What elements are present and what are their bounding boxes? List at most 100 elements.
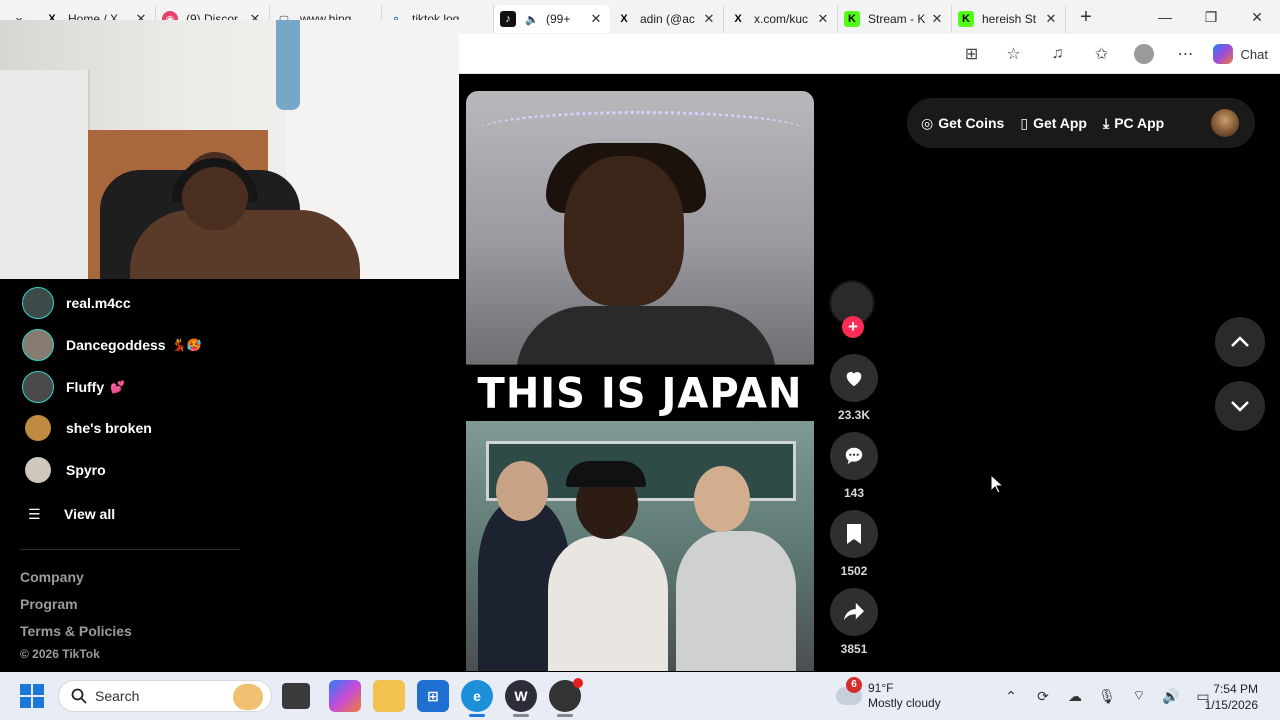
system-tray: ⌃ ⟳ ☁ 🎙 ⌔ 🔊 ▭ (995, 684, 1219, 708)
clock-time: 7:54 PM (1213, 682, 1258, 696)
video-caption: THIS IS JAPAN (466, 364, 814, 423)
file-explorer-icon[interactable] (373, 680, 405, 712)
favorite-star-icon[interactable]: ☆ (993, 34, 1035, 74)
following-sidebar: real.m4cc Dancegoddess 💃🥵 Fluffy 💕 she's… (0, 279, 459, 671)
chevron-up-icon[interactable]: ⌃ (995, 688, 1027, 705)
footer-link-program[interactable]: Program (20, 596, 78, 612)
following-account[interactable]: she's broken (22, 412, 152, 444)
heart-icon (846, 372, 862, 387)
copilot-app-icon[interactable] (329, 680, 361, 712)
profile-icon[interactable] (1123, 34, 1165, 74)
app-indicator (513, 714, 529, 717)
close-tab-icon[interactable]: ✕ (929, 11, 945, 27)
weather-widget[interactable]: 6 91°F Mostly cloudy (836, 677, 941, 712)
divider (20, 549, 240, 550)
view-all-button[interactable]: ☰ View all (28, 504, 115, 524)
close-tab-icon[interactable]: ✕ (588, 11, 604, 27)
task-view-icon[interactable] (282, 683, 310, 709)
webcam-cabinet (0, 70, 90, 279)
following-account[interactable]: real.m4cc (22, 287, 131, 319)
tiktok-logo-icon: ♪ (500, 11, 516, 27)
avatar (22, 287, 54, 319)
windows-taskbar: Search ⊞ e W 6 91°F Mostly cloudy ⌃ ⟳ ☁ … (0, 672, 1280, 720)
kick-logo-icon: K (844, 11, 860, 27)
app-notification-icon[interactable] (549, 678, 583, 712)
tiktok-top-actions: ◎ Get Coins ▯ Get App ⤓ PC App (907, 98, 1255, 148)
video-player[interactable]: THIS IS JAPAN (466, 91, 814, 671)
save-button[interactable] (830, 510, 878, 558)
window-controls: — ❐ ✕ (1142, 0, 1280, 34)
phone-icon: ▯ (1020, 114, 1029, 131)
avatar (22, 329, 54, 361)
pc-app-button[interactable]: ⤓ PC App (1103, 115, 1164, 132)
person-center (548, 536, 668, 671)
weather-badge: 6 (846, 677, 862, 693)
restore-icon[interactable]: ❐ (1188, 0, 1234, 34)
weather-condition: Mostly cloudy (868, 696, 941, 710)
tab-x-profile[interactable]: X adin (@ac ✕ (610, 5, 724, 33)
tab-kick-hereish[interactable]: K hereish St ✕ (952, 5, 1066, 33)
like-button[interactable] (830, 354, 878, 402)
media-control-icon[interactable]: ♫ (1035, 34, 1081, 74)
wifi-icon[interactable]: ⌔ (1123, 687, 1155, 705)
microphone-icon[interactable]: 🎙 (1091, 688, 1123, 705)
microsoft-store-icon[interactable]: ⊞ (417, 680, 449, 712)
tab-title: x.com/kuc (754, 12, 809, 26)
tab-title: adin (@ac (640, 12, 695, 26)
video-actions: + 23.3K 143 1502 3851 (829, 280, 879, 672)
tab-x-url[interactable]: X x.com/kuc ✕ (724, 5, 838, 33)
coin-icon: ◎ (921, 114, 934, 131)
app-available-icon[interactable]: ⊞ (951, 34, 993, 74)
following-account[interactable]: Spyro (22, 454, 106, 486)
account-emoji: 💕 (110, 380, 126, 394)
person-left-head (496, 461, 548, 521)
taskbar-search[interactable]: Search (58, 680, 272, 712)
close-tab-icon[interactable]: ✕ (1043, 11, 1059, 27)
following-account[interactable]: Fluffy 💕 (22, 371, 125, 403)
user-avatar[interactable] (1211, 109, 1239, 137)
volume-icon[interactable]: 🔊 (1155, 688, 1187, 705)
account-name: she's broken (66, 420, 152, 436)
kick-logo-icon: K (958, 11, 974, 27)
edge-browser-icon[interactable]: e (461, 680, 493, 712)
speaker-icon[interactable]: 🔈 (524, 11, 540, 27)
tab-kick-stream[interactable]: K Stream - K ✕ (838, 5, 952, 33)
following-account[interactable]: Dancegoddess 💃🥵 (22, 329, 201, 361)
minimize-icon[interactable]: — (1142, 0, 1188, 34)
comment-button[interactable] (830, 432, 878, 480)
new-tab-plus-icon[interactable]: + (1066, 6, 1106, 29)
next-video-button[interactable] (1215, 381, 1265, 431)
taskbar-clock[interactable]: 7:54 PM 1/15/2026 (1205, 681, 1258, 713)
list-icon: ☰ (28, 505, 41, 522)
account-emoji: 💃🥵 (171, 338, 202, 352)
more-options-icon[interactable]: ⋯ (1165, 34, 1207, 74)
windows-start-icon[interactable] (20, 684, 44, 708)
like-count: 23.3K (837, 408, 871, 422)
cloud-sync-icon[interactable]: ☁ (1059, 688, 1091, 705)
close-window-icon[interactable]: ✕ (1234, 0, 1280, 34)
favorites-icon[interactable]: ✩ (1081, 34, 1123, 74)
pc-app-label: PC App (1114, 115, 1165, 131)
get-coins-button[interactable]: ◎ Get Coins (921, 115, 1004, 132)
person-right (676, 531, 796, 671)
tab-tiktok-active[interactable]: ♪ 🔈 (99+ ✕ (494, 5, 610, 33)
view-all-label: View all (64, 506, 116, 522)
account-name: real.m4cc (66, 295, 131, 311)
share-button[interactable] (830, 588, 878, 636)
sync-icon[interactable]: ⟳ (1027, 688, 1059, 705)
footer-link-company[interactable]: Company (20, 569, 84, 585)
close-tab-icon[interactable]: ✕ (701, 11, 717, 27)
bookmark-icon (847, 524, 861, 544)
close-tab-icon[interactable]: ✕ (815, 11, 831, 27)
cloud-icon: 6 (836, 677, 862, 705)
toolbar-icons: ⊞ ☆ ♫ ✩ ⋯ Chat (951, 34, 1280, 74)
app-w-icon[interactable]: W (505, 680, 537, 712)
follow-plus-icon[interactable]: + (842, 316, 864, 338)
get-app-button[interactable]: ▯ Get App (1020, 115, 1087, 132)
copilot-chat-button[interactable]: Chat (1207, 44, 1280, 64)
previous-video-button[interactable] (1215, 317, 1265, 367)
search-highlight-icon (233, 684, 263, 710)
copyright: © 2026 TikTok (20, 647, 100, 661)
webcam-person-body (130, 210, 360, 279)
footer-link-terms[interactable]: Terms & Policies (20, 623, 132, 639)
